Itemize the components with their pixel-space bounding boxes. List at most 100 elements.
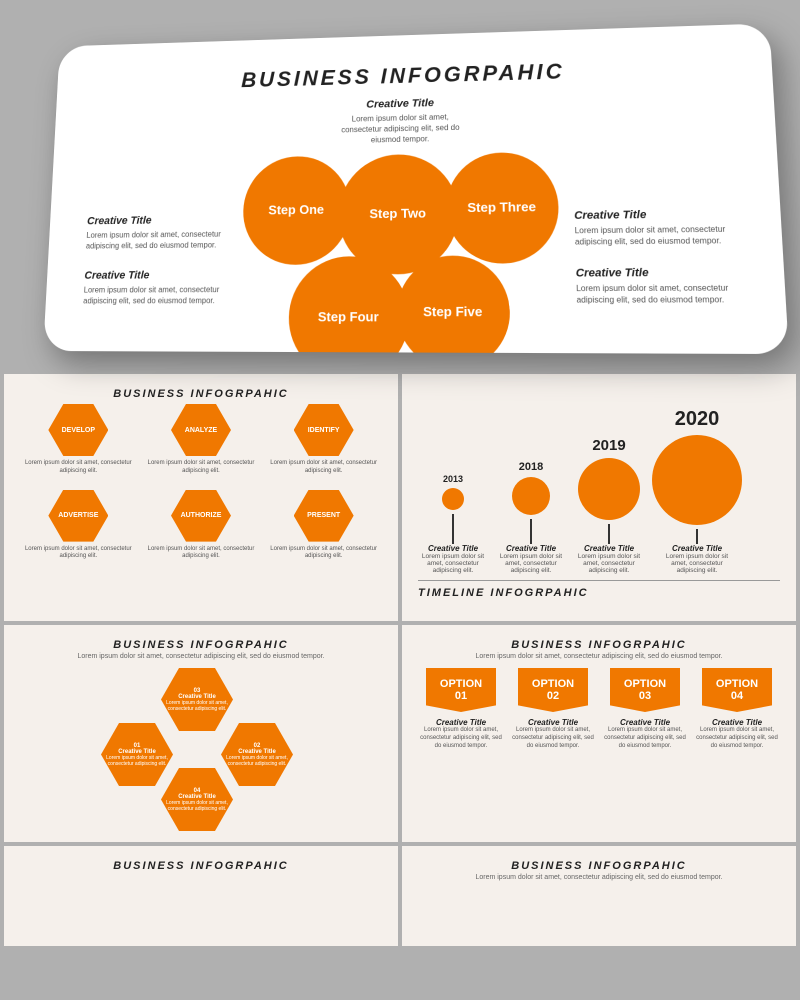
hex-shape-4: AUTHORIZE — [171, 490, 231, 542]
tl-line-2020 — [696, 529, 698, 544]
hero-left-block-1: Creative Title Lorem ipsum dolor sit ame… — [86, 214, 228, 252]
tl-item-2019: 2019 Creative Title Lorem ipsum dolor si… — [574, 437, 644, 574]
timeline-row: 2013 Creative Title Lorem ipsum dolor si… — [418, 388, 780, 574]
tl-year-2020: 2020 — [675, 408, 720, 431]
opt-title-3: Creative Title — [620, 718, 670, 727]
hex-shape-3: ADVERTISE — [48, 490, 108, 542]
hero-left-block-2: Creative Title Lorem ipsum dolor sit ame… — [83, 269, 227, 307]
hex-desc-3: Lorem ipsum dolor sit amet, consectetur … — [20, 546, 137, 562]
hex-item-0: DEVELOP Lorem ipsum dolor sit amet, cons… — [20, 404, 137, 476]
tl-desc-2018: Lorem ipsum dolor sit amet, consectetur … — [496, 553, 566, 574]
hc-03-desc: Lorem ipsum dolor sit amet, consectetur … — [166, 700, 228, 712]
tl-circle-2018 — [512, 477, 550, 515]
hero-right-block-1: Creative Title Lorem ipsum dolor sit ame… — [574, 208, 739, 248]
option-item-3: OPTION03 Creative Title Lorem ipsum dolo… — [602, 668, 688, 750]
hero-top-title: Creative Title — [332, 97, 469, 112]
bottom-right-subtitle: Lorem ipsum dolor sit amet, consectetur … — [418, 874, 780, 881]
opt-desc-4: Lorem ipsum dolor sit amet, consectetur … — [694, 727, 780, 750]
honeycomb-subtitle: Lorem ipsum dolor sit amet, consectetur … — [20, 653, 382, 660]
tl-title-2019: Creative Title — [584, 544, 634, 553]
hex-item-1: ANALYZE Lorem ipsum dolor sit amet, cons… — [143, 404, 260, 476]
hero-top-desc: Lorem ipsum dolor sit amet, consectetur … — [331, 111, 469, 147]
hero-right-panel: Creative Title Lorem ipsum dolor sit ame… — [574, 208, 743, 318]
tl-line-2018 — [530, 519, 532, 544]
honeycomb-cluster: 01 Creative Title Lorem ipsum dolor sit … — [101, 668, 301, 828]
hex-desc-4: Lorem ipsum dolor sit amet, consectetur … — [143, 546, 260, 562]
tl-desc-2013: Lorem ipsum dolor sit amet, consectetur … — [418, 553, 488, 574]
honeycomb-cluster-wrapper: 01 Creative Title Lorem ipsum dolor sit … — [20, 668, 382, 828]
options-section-card: BUSINESS INFOGRPAHIC Lorem ipsum dolor s… — [402, 625, 796, 842]
hex-shape-5: PRESENT — [294, 490, 354, 542]
hex-desc-5: Lorem ipsum dolor sit amet, consectetur … — [265, 546, 382, 562]
hero-left-desc-2: Lorem ipsum dolor sit amet, consectetur … — [83, 284, 226, 307]
options-grid: OPTION01 Creative Title Lorem ipsum dolo… — [418, 668, 780, 750]
circles-top-row: Step One Step Two Step Three — [247, 151, 553, 274]
hero-title: BUSINESS INFOGRPAHIC — [93, 54, 730, 97]
hc-03: 03 Creative Title Lorem ipsum dolor sit … — [161, 668, 233, 731]
option-box-3: OPTION03 — [610, 668, 680, 712]
opt-title-1: Creative Title — [436, 718, 486, 727]
tl-year-2019: 2019 — [592, 437, 625, 454]
options-subtitle: Lorem ipsum dolor sit amet, consectetur … — [418, 653, 780, 660]
hc-02-desc: Lorem ipsum dolor sit amet, consectetur … — [226, 755, 288, 767]
option-box-2: OPTION02 — [518, 668, 588, 712]
hero-left-panel: Creative Title Lorem ipsum dolor sit ame… — [82, 214, 228, 318]
tl-desc-2020: Lorem ipsum dolor sit amet, consectetur … — [662, 553, 732, 574]
honeycomb-section-card: BUSINESS INFOGRPAHIC Lorem ipsum dolor s… — [4, 625, 398, 842]
hc-04-desc: Lorem ipsum dolor sit amet, consectetur … — [166, 800, 228, 812]
hero-right-desc-2: Lorem ipsum dolor sit amet, consectetur … — [576, 282, 742, 306]
step-one-circle: Step One — [242, 155, 351, 265]
option-box-4: OPTION04 — [702, 668, 772, 712]
opt-title-2: Creative Title — [528, 718, 578, 727]
bottom-right-title: BUSINESS INFOGRPAHIC — [418, 860, 780, 872]
hex-shape-2: IDENTIFY — [294, 404, 354, 456]
hero-right-title-2: Creative Title — [576, 266, 741, 279]
hex-desc-2: Lorem ipsum dolor sit amet, consectetur … — [265, 460, 382, 476]
option-box-1: OPTION01 — [426, 668, 496, 712]
tl-title-2020: Creative Title — [672, 544, 722, 553]
bottom-card-right: BUSINESS INFOGRPAHIC Lorem ipsum dolor s… — [402, 846, 796, 946]
timeline-section-title: TIMELINE INFOGRPAHIC — [418, 587, 780, 599]
tl-line-2013 — [452, 514, 454, 544]
hex-shape-1: ANALYZE — [171, 404, 231, 456]
tl-circle-2019 — [578, 458, 640, 520]
bottom-left-title: BUSINESS INFOGRPAHIC — [20, 860, 382, 872]
hc-01: 01 Creative Title Lorem ipsum dolor sit … — [101, 723, 173, 786]
hex-grid: DEVELOP Lorem ipsum dolor sit amet, cons… — [20, 404, 382, 561]
opt-desc-1: Lorem ipsum dolor sit amet, consectetur … — [418, 727, 504, 750]
hero-left-desc-1: Lorem ipsum dolor sit amet, consectetur … — [86, 229, 228, 252]
opt-desc-3: Lorem ipsum dolor sit amet, consectetur … — [602, 727, 688, 750]
tl-year-2013: 2013 — [443, 474, 463, 484]
hero-section: BUSINESS INFOGRPAHIC Creative Title Lore… — [0, 0, 800, 370]
timeline-section-card: 2013 Creative Title Lorem ipsum dolor si… — [402, 374, 796, 621]
hex-section-title: BUSINESS INFOGRPAHIC — [20, 388, 382, 400]
tl-year-2018: 2018 — [519, 461, 543, 473]
tl-title-2018: Creative Title — [506, 544, 556, 553]
hex-item-3: ADVERTISE Lorem ipsum dolor sit amet, co… — [20, 490, 137, 562]
hex-item-2: IDENTIFY Lorem ipsum dolor sit amet, con… — [265, 404, 382, 476]
tl-item-2013: 2013 Creative Title Lorem ipsum dolor si… — [418, 474, 488, 574]
opt-desc-2: Lorem ipsum dolor sit amet, consectetur … — [510, 727, 596, 750]
step-three-circle: Step Three — [445, 151, 559, 263]
hero-right-title-1: Creative Title — [574, 208, 738, 222]
option-item-2: OPTION02 Creative Title Lorem ipsum dolo… — [510, 668, 596, 750]
honeycomb-title: BUSINESS INFOGRPAHIC — [20, 639, 382, 651]
option-item-1: OPTION01 Creative Title Lorem ipsum dolo… — [418, 668, 504, 750]
tl-desc-2019: Lorem ipsum dolor sit amet, consectetur … — [574, 553, 644, 574]
grid-sections: BUSINESS INFOGRPAHIC DEVELOP Lorem ipsum… — [0, 370, 800, 846]
hex-item-5: PRESENT Lorem ipsum dolor sit amet, cons… — [265, 490, 382, 562]
bottom-card-left: BUSINESS INFOGRPAHIC — [4, 846, 398, 946]
tl-circle-2020 — [652, 435, 742, 525]
hex-item-4: AUTHORIZE Lorem ipsum dolor sit amet, co… — [143, 490, 260, 562]
tl-item-2020: 2020 Creative Title Lorem ipsum dolor si… — [652, 408, 742, 574]
tl-line-2019 — [608, 524, 610, 544]
hero-right-desc-1: Lorem ipsum dolor sit amet, consectetur … — [574, 224, 739, 249]
hc-01-desc: Lorem ipsum dolor sit amet, consectetur … — [106, 755, 168, 767]
timeline-baseline — [418, 580, 780, 581]
hex-desc-1: Lorem ipsum dolor sit amet, consectetur … — [143, 460, 260, 476]
opt-title-4: Creative Title — [712, 718, 762, 727]
hex-desc-0: Lorem ipsum dolor sit amet, consectetur … — [20, 460, 137, 476]
hex-shape-0: DEVELOP — [48, 404, 108, 456]
hero-left-title-1: Creative Title — [87, 214, 228, 227]
hero-right-block-2: Creative Title Lorem ipsum dolor sit ame… — [576, 266, 743, 306]
